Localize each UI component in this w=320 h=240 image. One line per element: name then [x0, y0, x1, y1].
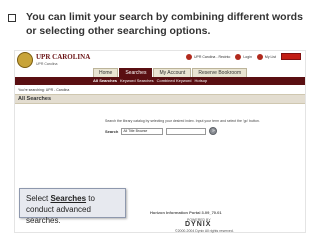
callout-emphasis: Searches [50, 194, 87, 203]
red-dot-icon[interactable] [185, 53, 192, 60]
subnav-combined-keyword[interactable]: Combined Keyword [157, 77, 192, 85]
search-form: Search All Title Browse » [105, 127, 218, 135]
search-index-select[interactable]: All Title Browse [121, 127, 164, 135]
search-input[interactable] [166, 127, 207, 135]
subnav-all-searches[interactable]: All Searches [93, 77, 117, 85]
subnav-keyword-searches[interactable]: Keyword Searches [120, 77, 154, 85]
util-link-my-list[interactable]: My List [265, 55, 276, 59]
red-dot-icon[interactable] [256, 53, 263, 60]
callout-prefix: Select [26, 194, 51, 203]
embedded-opac-screenshot: UPR CAROLINA UPR Carolina UPR Carolina -… [14, 50, 306, 233]
copyright: ©2000-2004 Dynix All rights reserved. [175, 229, 234, 233]
university-seal-icon [17, 52, 33, 68]
section-header: All Searches [15, 94, 305, 104]
dynix-logo[interactable]: DYNIX [185, 221, 211, 228]
logo-subtext: UPR Carolina [36, 62, 58, 66]
util-link-login[interactable]: Login [243, 55, 252, 59]
util-link-campus[interactable]: UPR Carolina - Recinto [194, 55, 230, 59]
sub-navigation-bar: All Searches Keyword Searches Combined K… [15, 77, 305, 85]
portal-version: Horizon Information Portal 3.09_70.01 [150, 210, 222, 215]
searching-scope: You're searching: UPR - Carolina [18, 88, 70, 92]
section-title: All Searches [18, 96, 52, 102]
search-label: Search [105, 128, 119, 134]
instruction-callout: Select Searches to conduct advanced sear… [19, 188, 126, 225]
utility-links: UPR Carolina - Recinto Login My List [185, 53, 301, 60]
search-instructions: Search the library catalog by selecting … [105, 119, 260, 123]
go-button[interactable]: » [209, 127, 218, 135]
util-red-box [281, 53, 301, 60]
subnav-hotsop[interactable]: Hotsop [195, 77, 208, 85]
red-dot-icon[interactable] [235, 53, 242, 60]
slide-bullet: You can limit your search by combining d… [8, 10, 314, 38]
bullet-square-icon [8, 14, 16, 22]
bullet-text: You can limit your search by combining d… [26, 11, 303, 37]
logo-text: UPR CAROLINA [36, 53, 91, 61]
